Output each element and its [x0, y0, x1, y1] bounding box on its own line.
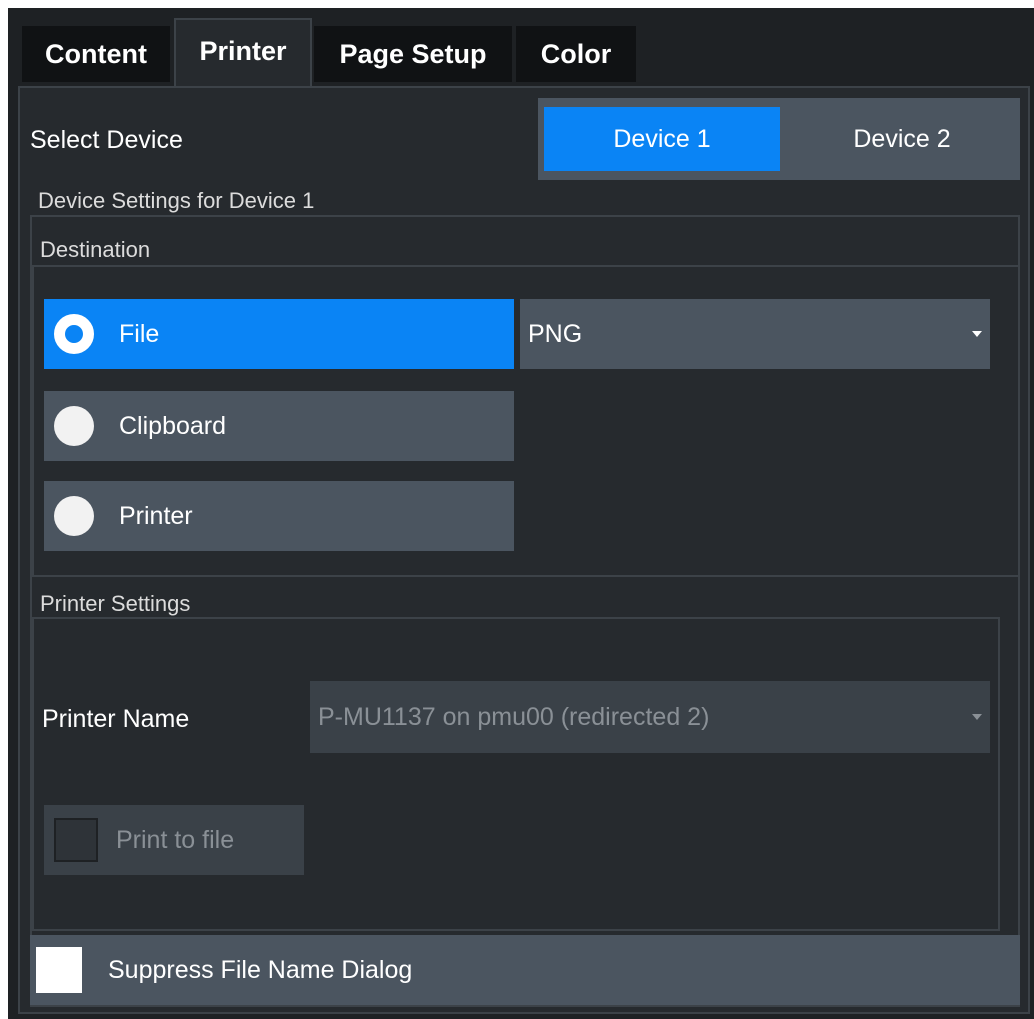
printer-name-value: P-MU1137 on pmu00 (redirected 2)	[318, 703, 710, 731]
select-device-label: Select Device	[30, 126, 183, 154]
print-to-file-label: Print to file	[116, 826, 235, 854]
tab-bar: Content Printer Page Setup Color	[8, 8, 1034, 88]
suppress-file-name-dialog-label: Suppress File Name Dialog	[108, 956, 413, 984]
destination-file-label: File	[119, 320, 160, 348]
file-format-dropdown[interactable]: PNG	[520, 299, 990, 369]
suppress-file-name-dialog-option[interactable]: Suppress File Name Dialog	[30, 935, 1020, 1005]
device-2-button[interactable]: Device 2	[790, 107, 1014, 171]
radio-selected-icon	[54, 314, 94, 354]
destination-title: Destination	[40, 237, 151, 262]
radio-unselected-icon	[54, 496, 94, 536]
file-format-value: PNG	[528, 320, 583, 348]
printer-settings-dialog: Content Printer Page Setup Color Select …	[8, 8, 1034, 1019]
device-settings-title: Device Settings for Device 1	[38, 188, 315, 213]
checkbox-icon	[36, 947, 82, 993]
chevron-down-icon	[972, 331, 982, 337]
destination-file-option[interactable]: File	[44, 299, 514, 369]
tab-page-setup[interactable]: Page Setup	[314, 26, 512, 82]
device-1-button[interactable]: Device 1	[544, 107, 780, 171]
printer-tab-panel: Select Device Device 1 Device 2 Device S…	[18, 86, 1030, 1014]
checkbox-icon	[54, 818, 98, 862]
destination-clipboard-option[interactable]: Clipboard	[44, 391, 514, 461]
printer-settings-title: Printer Settings	[40, 591, 191, 616]
destination-clipboard-label: Clipboard	[119, 412, 227, 440]
device-settings-group: Destination File PNG Clipboard Printer P…	[30, 215, 1020, 1007]
printer-name-label: Printer Name	[42, 705, 190, 733]
print-to-file-option[interactable]: Print to file	[44, 805, 304, 875]
destination-printer-option[interactable]: Printer	[44, 481, 514, 551]
destination-printer-label: Printer	[119, 502, 193, 530]
chevron-down-icon	[972, 714, 982, 720]
radio-unselected-icon	[54, 406, 94, 446]
printer-name-dropdown[interactable]: P-MU1137 on pmu00 (redirected 2)	[310, 681, 990, 753]
device-selector: Device 1 Device 2	[538, 98, 1020, 180]
printer-settings-group: Printer Name P-MU1137 on pmu00 (redirect…	[32, 617, 1000, 931]
tab-printer[interactable]: Printer	[174, 18, 312, 88]
destination-group: File PNG Clipboard Printer	[32, 265, 1020, 577]
tab-color[interactable]: Color	[516, 26, 636, 82]
tab-content[interactable]: Content	[22, 26, 170, 82]
